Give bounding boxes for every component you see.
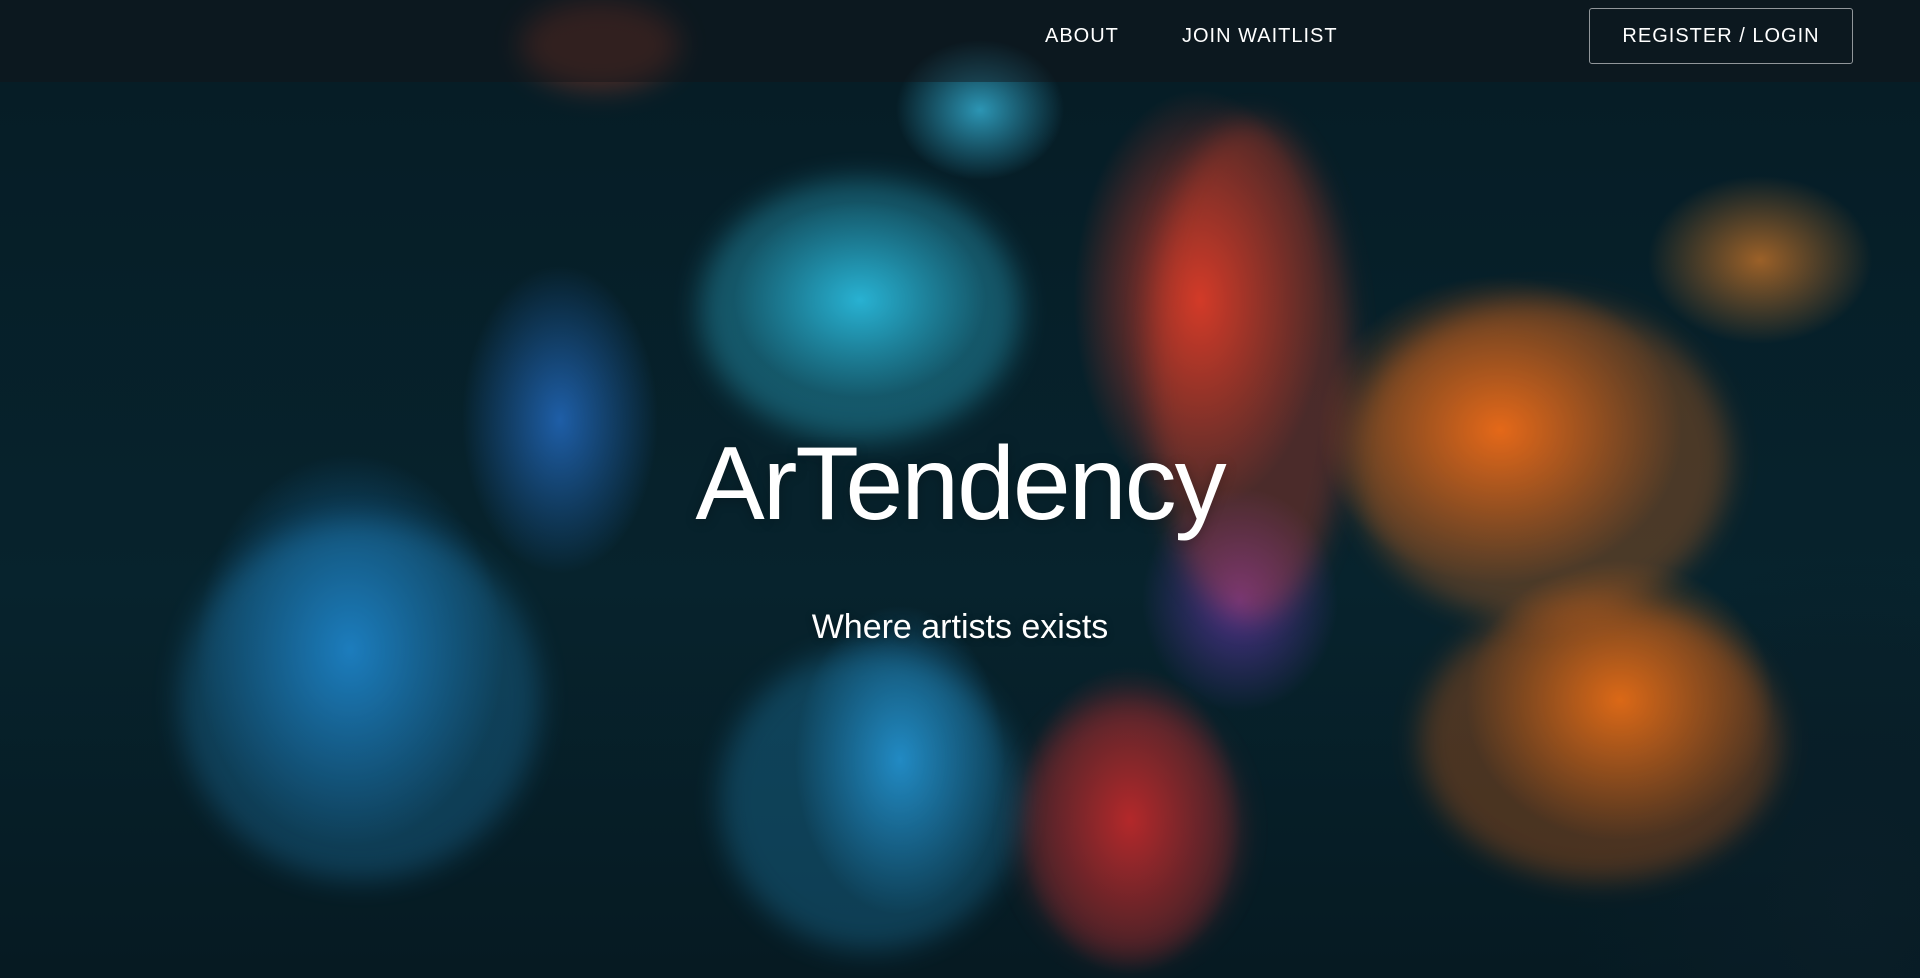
- ink-wisp: [180, 520, 540, 880]
- nav-about-link[interactable]: ABOUT: [1045, 25, 1119, 48]
- ink-wisp: [700, 180, 1020, 440]
- ink-wisp: [1020, 700, 1240, 960]
- top-navigation-bar: ABOUT JOIN WAITLIST REGISTER / LOGIN: [0, 0, 1920, 82]
- hero-title: ArTendency: [695, 426, 1226, 542]
- register-login-button[interactable]: REGISTER / LOGIN: [1589, 8, 1853, 64]
- ink-wisp: [1150, 120, 1350, 620]
- hero-background: ABOUT JOIN WAITLIST REGISTER / LOGIN ArT…: [0, 0, 1920, 978]
- hero-subtitle: Where artists exists: [811, 608, 1109, 646]
- nav-join-waitlist-link[interactable]: JOIN WAITLIST: [1182, 25, 1338, 48]
- ink-wisp: [720, 650, 1020, 950]
